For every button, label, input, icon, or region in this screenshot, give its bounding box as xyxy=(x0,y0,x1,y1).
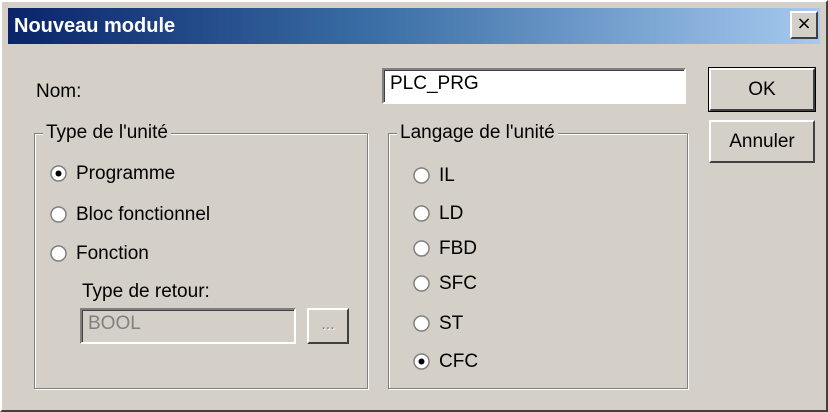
radio-unselected-icon xyxy=(413,315,430,332)
radio-label: Fonction xyxy=(76,243,149,264)
radio-st[interactable]: ST xyxy=(413,312,513,336)
radio-unselected-icon xyxy=(413,275,430,292)
radio-function[interactable]: Fonction xyxy=(50,242,250,266)
radio-label: CFC xyxy=(439,351,479,372)
radio-fbd[interactable]: FBD xyxy=(413,237,513,261)
return-type-label: Type de retour: xyxy=(82,281,210,302)
radio-programme[interactable]: Programme xyxy=(50,162,250,186)
name-input[interactable]: PLC_PRG xyxy=(382,68,686,104)
radio-unselected-icon xyxy=(50,245,67,262)
new-module-dialog: Nouveau module × Nom: PLC_PRG OK Annuler… xyxy=(0,0,828,412)
title-bar[interactable]: Nouveau module × xyxy=(8,8,820,44)
radio-unselected-icon xyxy=(413,240,430,257)
dialog-title: Nouveau module xyxy=(14,15,176,37)
ok-button[interactable]: OK xyxy=(708,67,816,112)
radio-label: IL xyxy=(439,165,455,186)
radio-selected-icon xyxy=(50,165,67,182)
radio-label: FBD xyxy=(439,238,477,259)
radio-unselected-icon xyxy=(413,205,430,222)
radio-label: ST xyxy=(439,313,464,334)
radio-il[interactable]: IL xyxy=(413,164,513,188)
radio-unselected-icon xyxy=(50,206,67,223)
radio-unselected-icon xyxy=(413,167,430,184)
return-type-input: BOOL xyxy=(80,308,296,344)
unit-type-title: Type de l'unité xyxy=(43,122,171,144)
radio-function-block[interactable]: Bloc fonctionnel xyxy=(50,203,270,227)
radio-ld[interactable]: LD xyxy=(413,202,513,226)
close-icon[interactable]: × xyxy=(790,11,818,39)
radio-selected-icon xyxy=(413,353,430,370)
radio-label: LD xyxy=(439,203,464,224)
name-label: Nom: xyxy=(36,81,82,102)
radio-label: SFC xyxy=(439,273,477,294)
radio-label: Bloc fonctionnel xyxy=(76,204,211,225)
radio-label: Programme xyxy=(76,163,176,184)
radio-cfc[interactable]: CFC xyxy=(413,350,513,374)
browse-button: ... xyxy=(307,308,349,344)
unit-language-title: Langage de l'unité xyxy=(397,122,558,144)
radio-sfc[interactable]: SFC xyxy=(413,272,513,296)
cancel-button[interactable]: Annuler xyxy=(709,120,815,163)
